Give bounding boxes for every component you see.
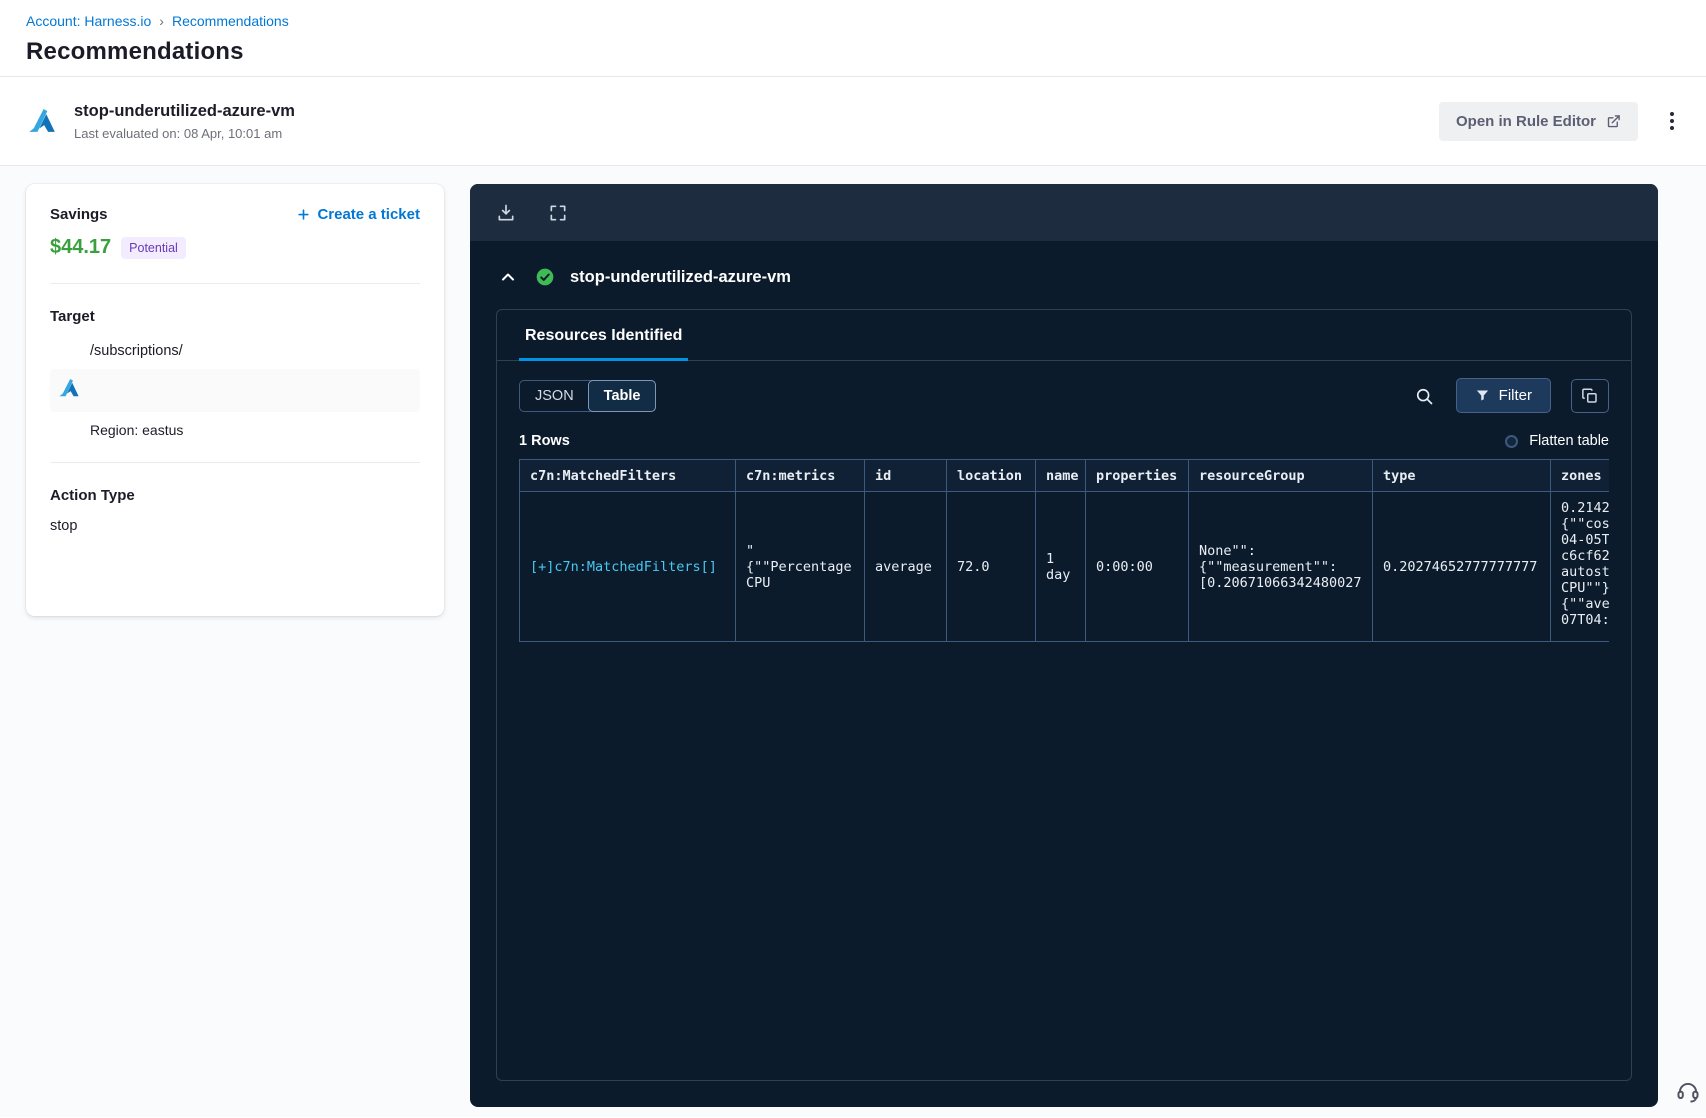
open-rule-editor-button[interactable]: Open in Rule Editor [1438, 101, 1638, 141]
create-ticket-link[interactable]: Create a ticket [297, 206, 420, 223]
check-circle-icon [536, 268, 554, 286]
savings-label: Savings [50, 206, 108, 223]
plus-icon [298, 209, 310, 220]
column-header[interactable]: name [1035, 459, 1086, 492]
header-actions: Open in Rule Editor [1438, 101, 1680, 141]
target-region: Region: eastus [90, 422, 184, 438]
breadcrumb-account-link[interactable]: Account: Harness.io [26, 13, 151, 29]
target-label: Target [50, 308, 95, 325]
action-type-label: Action Type [50, 487, 135, 504]
evaluation-title: stop-underutilized-azure-vm [570, 267, 791, 286]
flatten-table-label: Flatten table [1529, 433, 1609, 449]
download-icon[interactable] [494, 201, 518, 225]
row-count: 1 Rows [519, 433, 570, 449]
filter-label: Filter [1498, 387, 1532, 404]
target-icon-band [50, 369, 420, 412]
resources-panel: Resources Identified JSON Table Filter 1… [496, 309, 1632, 1081]
tab-bar: Resources Identified [497, 310, 1631, 361]
page-title: Recommendations [26, 38, 244, 65]
more-options-icon[interactable] [1664, 106, 1680, 136]
action-type-value: stop [50, 518, 78, 534]
last-evaluated-text: Last evaluated on: 08 Apr, 10:01 am [74, 125, 283, 141]
column-header[interactable]: properties [1085, 459, 1189, 492]
support-icon[interactable] [1675, 1078, 1701, 1104]
filter-icon [1476, 390, 1488, 401]
savings-amount: $44.17 [50, 236, 112, 258]
expand-fullscreen-icon[interactable] [546, 201, 570, 225]
results-panel: stop-underutilized-azure-vm Resources Id… [470, 184, 1658, 1107]
table-view-toggle[interactable]: Table [587, 379, 657, 412]
open-rule-editor-label: Open in Rule Editor [1455, 112, 1596, 130]
column-header[interactable]: zones [1550, 459, 1609, 492]
potential-badge: Potential [121, 236, 186, 259]
resource-group-cell: None"": {""measurement"": [0.20671066342… [1188, 491, 1373, 642]
azure-logo-icon [29, 109, 55, 132]
create-ticket-label: Create a ticket [317, 206, 420, 223]
page-header: Account: Harness.io › Recommendations Re… [0, 0, 1706, 76]
column-header[interactable]: resourceGroup [1188, 459, 1373, 492]
location-cell: 72.0 [946, 491, 1036, 642]
column-header[interactable]: id [864, 459, 947, 492]
main-content: Savings Create a ticket $44.17 Potential… [0, 166, 1706, 1117]
column-header[interactable]: location [946, 459, 1036, 492]
evaluation-title-row: stop-underutilized-azure-vm [470, 241, 1658, 303]
breadcrumb-current-link[interactable]: Recommendations [172, 13, 289, 29]
search-icon[interactable] [1412, 384, 1436, 408]
filter-button[interactable]: Filter [1455, 378, 1551, 413]
resources-table-wrap: c7n:MatchedFilters c7n:metrics id locati… [519, 459, 1609, 642]
rows-info-bar: 1 Rows Flatten table [497, 413, 1631, 449]
breadcrumb-separator: › [159, 13, 164, 29]
json-view-toggle[interactable]: JSON [520, 381, 589, 411]
divider [50, 462, 420, 463]
rule-name: stop-underutilized-azure-vm [74, 101, 295, 120]
table-header-row: c7n:MatchedFilters c7n:metrics id locati… [519, 459, 1609, 492]
view-toggle: JSON Table [519, 379, 657, 412]
copy-icon[interactable] [1571, 378, 1609, 413]
id-cell: average [864, 491, 947, 642]
savings-card: Savings Create a ticket $44.17 Potential… [26, 184, 444, 616]
chevron-up-icon[interactable] [496, 265, 520, 289]
column-header[interactable]: type [1372, 459, 1551, 492]
flatten-toggle[interactable] [1505, 434, 1519, 448]
table-controls: JSON Table Filter [497, 361, 1631, 413]
properties-cell: 0:00:00 [1085, 491, 1189, 642]
name-cell: 1 day [1035, 491, 1086, 642]
target-path: /subscriptions/ [90, 343, 183, 359]
type-cell: 0.20274652777777777 [1372, 491, 1551, 642]
metrics-cell: " {""Percentage CPU [735, 491, 865, 642]
column-header[interactable]: c7n:metrics [735, 459, 865, 492]
column-header[interactable]: c7n:MatchedFilters [519, 459, 736, 492]
zones-cell: 0.21423 {""cost 04-05T6 c6cf625 autosto … [1550, 491, 1609, 642]
external-link-icon [1607, 114, 1620, 127]
rule-title-block: stop-underutilized-azure-vm Last evaluat… [74, 102, 295, 141]
azure-logo-icon [59, 379, 79, 397]
divider [50, 283, 420, 284]
table-row: [+]c7n:MatchedFilters[] " {""Percentage … [519, 491, 1609, 642]
recommendation-header: stop-underutilized-azure-vm Last evaluat… [0, 76, 1706, 166]
page: Account: Harness.io › Recommendations Re… [0, 0, 1706, 1117]
results-toolbar [470, 184, 1658, 241]
tab-resources-identified[interactable]: Resources Identified [519, 310, 689, 361]
resources-table: c7n:MatchedFilters c7n:metrics id locati… [519, 459, 1609, 642]
matched-filters-cell[interactable]: [+]c7n:MatchedFilters[] [519, 491, 736, 642]
breadcrumb: Account: Harness.io › Recommendations [26, 13, 1680, 29]
